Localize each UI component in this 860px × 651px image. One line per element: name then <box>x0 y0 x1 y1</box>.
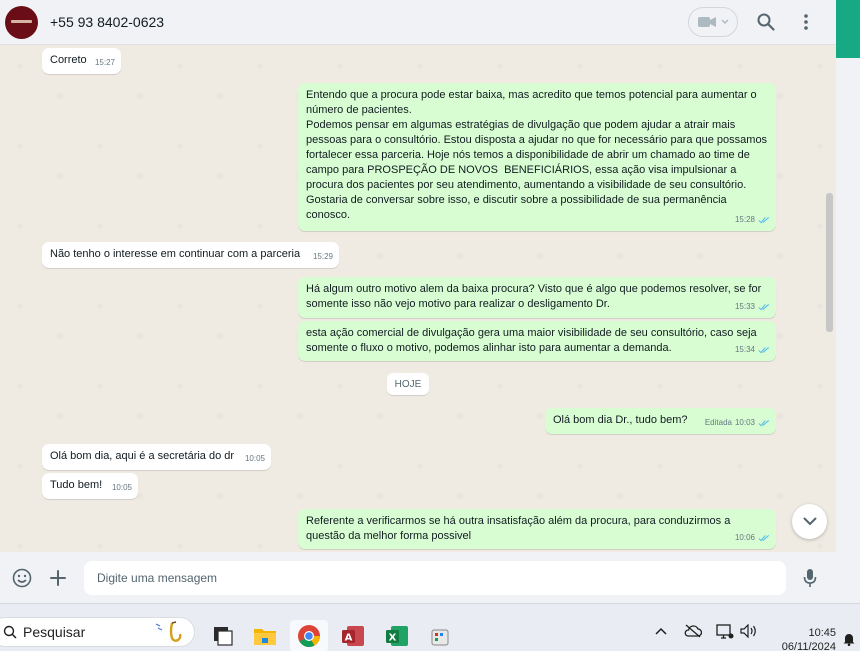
excel-icon: X <box>386 626 408 646</box>
message-incoming[interactable]: Correto 15:27 <box>42 48 121 74</box>
svg-text:A: A <box>345 633 353 644</box>
message-list[interactable]: Correto 15:27 Entendo que a procura pode… <box>0 46 836 552</box>
search-button[interactable] <box>754 10 778 34</box>
taskbar-clock[interactable]: 10:45 06/11/2024 <box>776 626 836 651</box>
message-time: 15:27 <box>94 58 115 67</box>
composer-bar <box>0 552 836 603</box>
svg-text:X: X <box>389 633 397 644</box>
volume-icon <box>740 624 756 638</box>
message-incoming[interactable]: Tudo bem! 10:05 <box>42 473 138 499</box>
taskbar-search[interactable]: Pesquisar <box>0 617 195 647</box>
chevron-up-icon <box>655 627 667 635</box>
header-actions <box>688 7 836 37</box>
chrome-icon <box>298 625 320 647</box>
search-label: Pesquisar <box>23 624 86 640</box>
message-time: 10:05 <box>111 483 132 492</box>
message-text: Correto <box>50 54 87 66</box>
taskbar-app-explorer[interactable] <box>251 622 279 650</box>
menu-icon <box>804 14 808 30</box>
message-text: Olá bom dia Dr., tudo bem? <box>553 414 688 426</box>
search-icon <box>3 625 17 639</box>
message-meta: 15:33 <box>735 299 770 314</box>
taskbar-app-access[interactable]: A <box>339 622 367 650</box>
contact-name[interactable]: +55 93 8402-0623 <box>50 14 164 30</box>
message-meta: 15:27 <box>95 55 115 70</box>
attach-plus-icon <box>50 569 66 586</box>
access-icon: A <box>342 626 364 646</box>
message-meta: 15:29 <box>313 249 333 264</box>
message-time: 10:03 <box>734 418 755 427</box>
message-incoming[interactable]: Não tenho o interesse em continuar com a… <box>42 242 339 268</box>
os-taskbar: Pesquisar A X 10:45 06/11/2024 <box>0 603 860 651</box>
message-text: Entendo que a procura pode estar baixa, … <box>306 89 768 221</box>
taskbar-app-taskview[interactable] <box>209 622 237 650</box>
message-input[interactable] <box>84 560 786 595</box>
message-time: 10:06 <box>734 533 755 542</box>
mic-icon <box>803 568 817 587</box>
search-icon <box>757 13 775 31</box>
brand-strip <box>836 0 860 58</box>
menu-button[interactable] <box>794 10 818 34</box>
edited-label: Editada <box>704 418 732 427</box>
tray-volume[interactable] <box>740 624 758 638</box>
message-text: esta ação comercial de divulgação gera u… <box>306 327 760 354</box>
read-ticks-icon <box>758 216 770 223</box>
app-icon <box>431 629 449 646</box>
message-time: 15:29 <box>312 252 333 261</box>
message-text: Olá bom dia, aqui é a secretária do dr <box>50 450 235 462</box>
saxophone-icon <box>155 621 182 642</box>
tray-onedrive[interactable] <box>684 624 702 638</box>
message-time: 10:05 <box>244 454 265 463</box>
tray-chevron-up[interactable] <box>654 624 668 638</box>
message-meta: 10:06 <box>735 530 770 545</box>
read-ticks-icon <box>758 419 770 426</box>
video-call-icon <box>697 17 716 27</box>
message-time: 15:33 <box>734 302 755 311</box>
read-ticks-icon <box>758 303 770 310</box>
message-text: Referente a verificarmos se há outra ins… <box>306 515 734 542</box>
taskbar-app-other[interactable] <box>426 622 454 650</box>
message-time: 15:34 <box>734 345 755 354</box>
chat-header: +55 93 8402-0623 <box>0 0 836 45</box>
scroll-to-bottom-button[interactable] <box>792 504 827 539</box>
message-meta: 15:34 <box>735 342 770 357</box>
chevron-down-icon <box>803 517 816 526</box>
contact-avatar[interactable] <box>5 5 38 39</box>
notification-bell-icon[interactable] <box>842 632 856 646</box>
folder-icon <box>254 629 276 645</box>
taskbar-app-excel[interactable]: X <box>383 622 411 650</box>
message-outgoing[interactable]: Há algum outro motivo alem da baixa proc… <box>298 277 776 318</box>
message-text: Não tenho o interesse em continuar com a… <box>50 248 301 260</box>
message-meta: 10:05 <box>245 451 265 466</box>
read-ticks-icon <box>758 346 770 353</box>
scrollbar-thumb[interactable] <box>826 193 833 332</box>
message-outgoing[interactable]: esta ação comercial de divulgação gera u… <box>298 321 776 361</box>
emoji-icon <box>12 568 32 587</box>
side-panel-edge <box>836 58 860 603</box>
video-call-button[interactable] <box>688 7 738 37</box>
clock-date: 06/11/2024 <box>781 641 836 651</box>
tray-network[interactable] <box>716 624 734 640</box>
message-outgoing[interactable]: Entendo que a procura pode estar baixa, … <box>298 83 776 231</box>
message-text: Há algum outro motivo alem da baixa proc… <box>306 283 765 310</box>
read-ticks-icon <box>758 534 770 541</box>
task-view-icon <box>214 627 233 646</box>
emoji-button[interactable] <box>10 566 34 590</box>
message-time: 15:28 <box>734 215 755 224</box>
cloud-offline-icon <box>684 624 702 638</box>
attach-button[interactable] <box>46 566 70 590</box>
message-meta: 15:28 <box>735 212 770 227</box>
taskbar-app-chrome[interactable] <box>290 620 328 651</box>
day-separator: HOJE <box>387 373 429 395</box>
message-incoming[interactable]: Olá bom dia, aqui é a secretária do dr 1… <box>42 444 271 470</box>
message-text: Tudo bem! <box>50 479 103 491</box>
message-meta: 10:05 <box>112 480 132 495</box>
message-outgoing[interactable]: Referente a verificarmos se há outra ins… <box>298 509 776 549</box>
message-outgoing[interactable]: Olá bom dia Dr., tudo bem? Editada 10:03 <box>545 408 776 434</box>
clock-time: 10:45 <box>808 627 836 639</box>
chevron-down-icon <box>721 19 728 24</box>
voice-message-button[interactable] <box>798 566 822 590</box>
network-icon <box>716 624 734 639</box>
message-meta: Editada 10:03 <box>705 415 770 430</box>
